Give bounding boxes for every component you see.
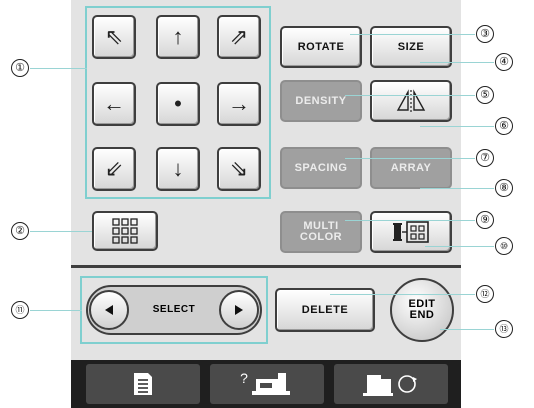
move-up-left-button[interactable]: ⇖ — [92, 15, 136, 59]
multi-color-button[interactable]: MULTI COLOR — [280, 211, 362, 253]
callout-line-2 — [30, 231, 92, 232]
edit-end-button[interactable]: EDIT END — [390, 278, 454, 342]
machine-help-icon — [251, 373, 290, 395]
density-label: DENSITY — [295, 94, 347, 107]
callout-10: ⑩ — [495, 237, 513, 255]
callout-line-6 — [420, 126, 494, 127]
select-next-button[interactable] — [219, 290, 259, 330]
callout-11: ⑪ — [11, 301, 29, 319]
size-label: SIZE — [397, 40, 425, 53]
callout-9: ⑨ — [476, 211, 494, 229]
callout-7: ⑦ — [476, 149, 494, 167]
callout-line-13 — [440, 329, 494, 330]
callout-line-4 — [420, 62, 494, 63]
callout-line-10 — [425, 246, 494, 247]
move-center-button[interactable]: • — [156, 82, 200, 126]
callout-line-8 — [420, 188, 494, 189]
color-label: COLOR — [299, 231, 343, 243]
list-icon — [134, 373, 152, 395]
move-left-button[interactable]: ← — [92, 82, 136, 126]
triangle-left-icon — [105, 305, 113, 315]
density-button[interactable]: DENSITY — [280, 80, 362, 122]
tab-embroidery-unit[interactable] — [334, 364, 448, 404]
layout-grid-button[interactable] — [92, 211, 158, 251]
embroidery-unit-icon — [363, 375, 417, 396]
arrow-down-left-icon: ⇙ — [104, 156, 124, 181]
move-right-button[interactable]: → — [217, 82, 261, 126]
move-down-left-button[interactable]: ⇙ — [92, 147, 136, 191]
callout-line-3 — [350, 34, 475, 35]
callout-line-7 — [345, 158, 475, 159]
grid-icon — [112, 218, 138, 244]
callout-12: ⑫ — [476, 285, 494, 303]
rotate-label: ROTATE — [297, 40, 345, 53]
callout-line-1 — [30, 68, 87, 69]
delete-label: DELETE — [301, 303, 349, 316]
callout-5: ⑤ — [476, 86, 494, 104]
triangle-right-icon — [235, 305, 243, 315]
array-button[interactable]: ARRAY — [370, 147, 452, 189]
move-down-right-button[interactable]: ⇘ — [217, 147, 261, 191]
arrow-down-right-icon: ⇘ — [229, 156, 249, 181]
mirror-icon — [396, 89, 426, 112]
select-prev-button[interactable] — [89, 290, 129, 330]
spacing-label: SPACING — [294, 161, 348, 174]
callout-6: ⑥ — [495, 117, 513, 135]
callout-4: ④ — [495, 53, 513, 71]
callout-3: ③ — [476, 25, 494, 43]
callout-2: ② — [11, 222, 29, 240]
arrow-up-left-icon: ⇖ — [104, 24, 124, 49]
spacing-button[interactable]: SPACING — [280, 147, 362, 189]
arrow-up-icon: ↑ — [172, 24, 184, 49]
callout-1: ① — [11, 59, 29, 77]
thread-frame-icon — [393, 221, 429, 243]
array-label: ARRAY — [390, 161, 432, 174]
arrow-down-icon: ↓ — [172, 156, 184, 181]
tab-pattern-list[interactable] — [86, 364, 200, 404]
arrow-right-icon: → — [228, 91, 250, 116]
arrow-up-right-icon: ⇗ — [229, 24, 249, 49]
move-down-button[interactable]: ↓ — [156, 147, 200, 191]
move-up-right-button[interactable]: ⇗ — [217, 15, 261, 59]
help-question-mark: ? — [240, 370, 248, 386]
callout-line-11 — [30, 310, 82, 311]
select-label: SELECT — [152, 304, 196, 315]
end-label: END — [409, 309, 435, 321]
callout-line-5 — [345, 95, 475, 96]
callout-8: ⑧ — [495, 179, 513, 197]
center-dot-icon: • — [174, 91, 182, 116]
callout-13: ⑬ — [495, 320, 513, 338]
move-up-button[interactable]: ↑ — [156, 15, 200, 59]
arrow-left-icon: ← — [103, 91, 125, 116]
mirror-button[interactable] — [370, 80, 452, 122]
callout-line-12 — [330, 294, 475, 295]
callout-line-9 — [345, 220, 475, 221]
divider — [71, 265, 461, 268]
tab-machine-help[interactable]: ? — [210, 364, 324, 404]
rotate-button[interactable]: ROTATE — [280, 26, 362, 68]
